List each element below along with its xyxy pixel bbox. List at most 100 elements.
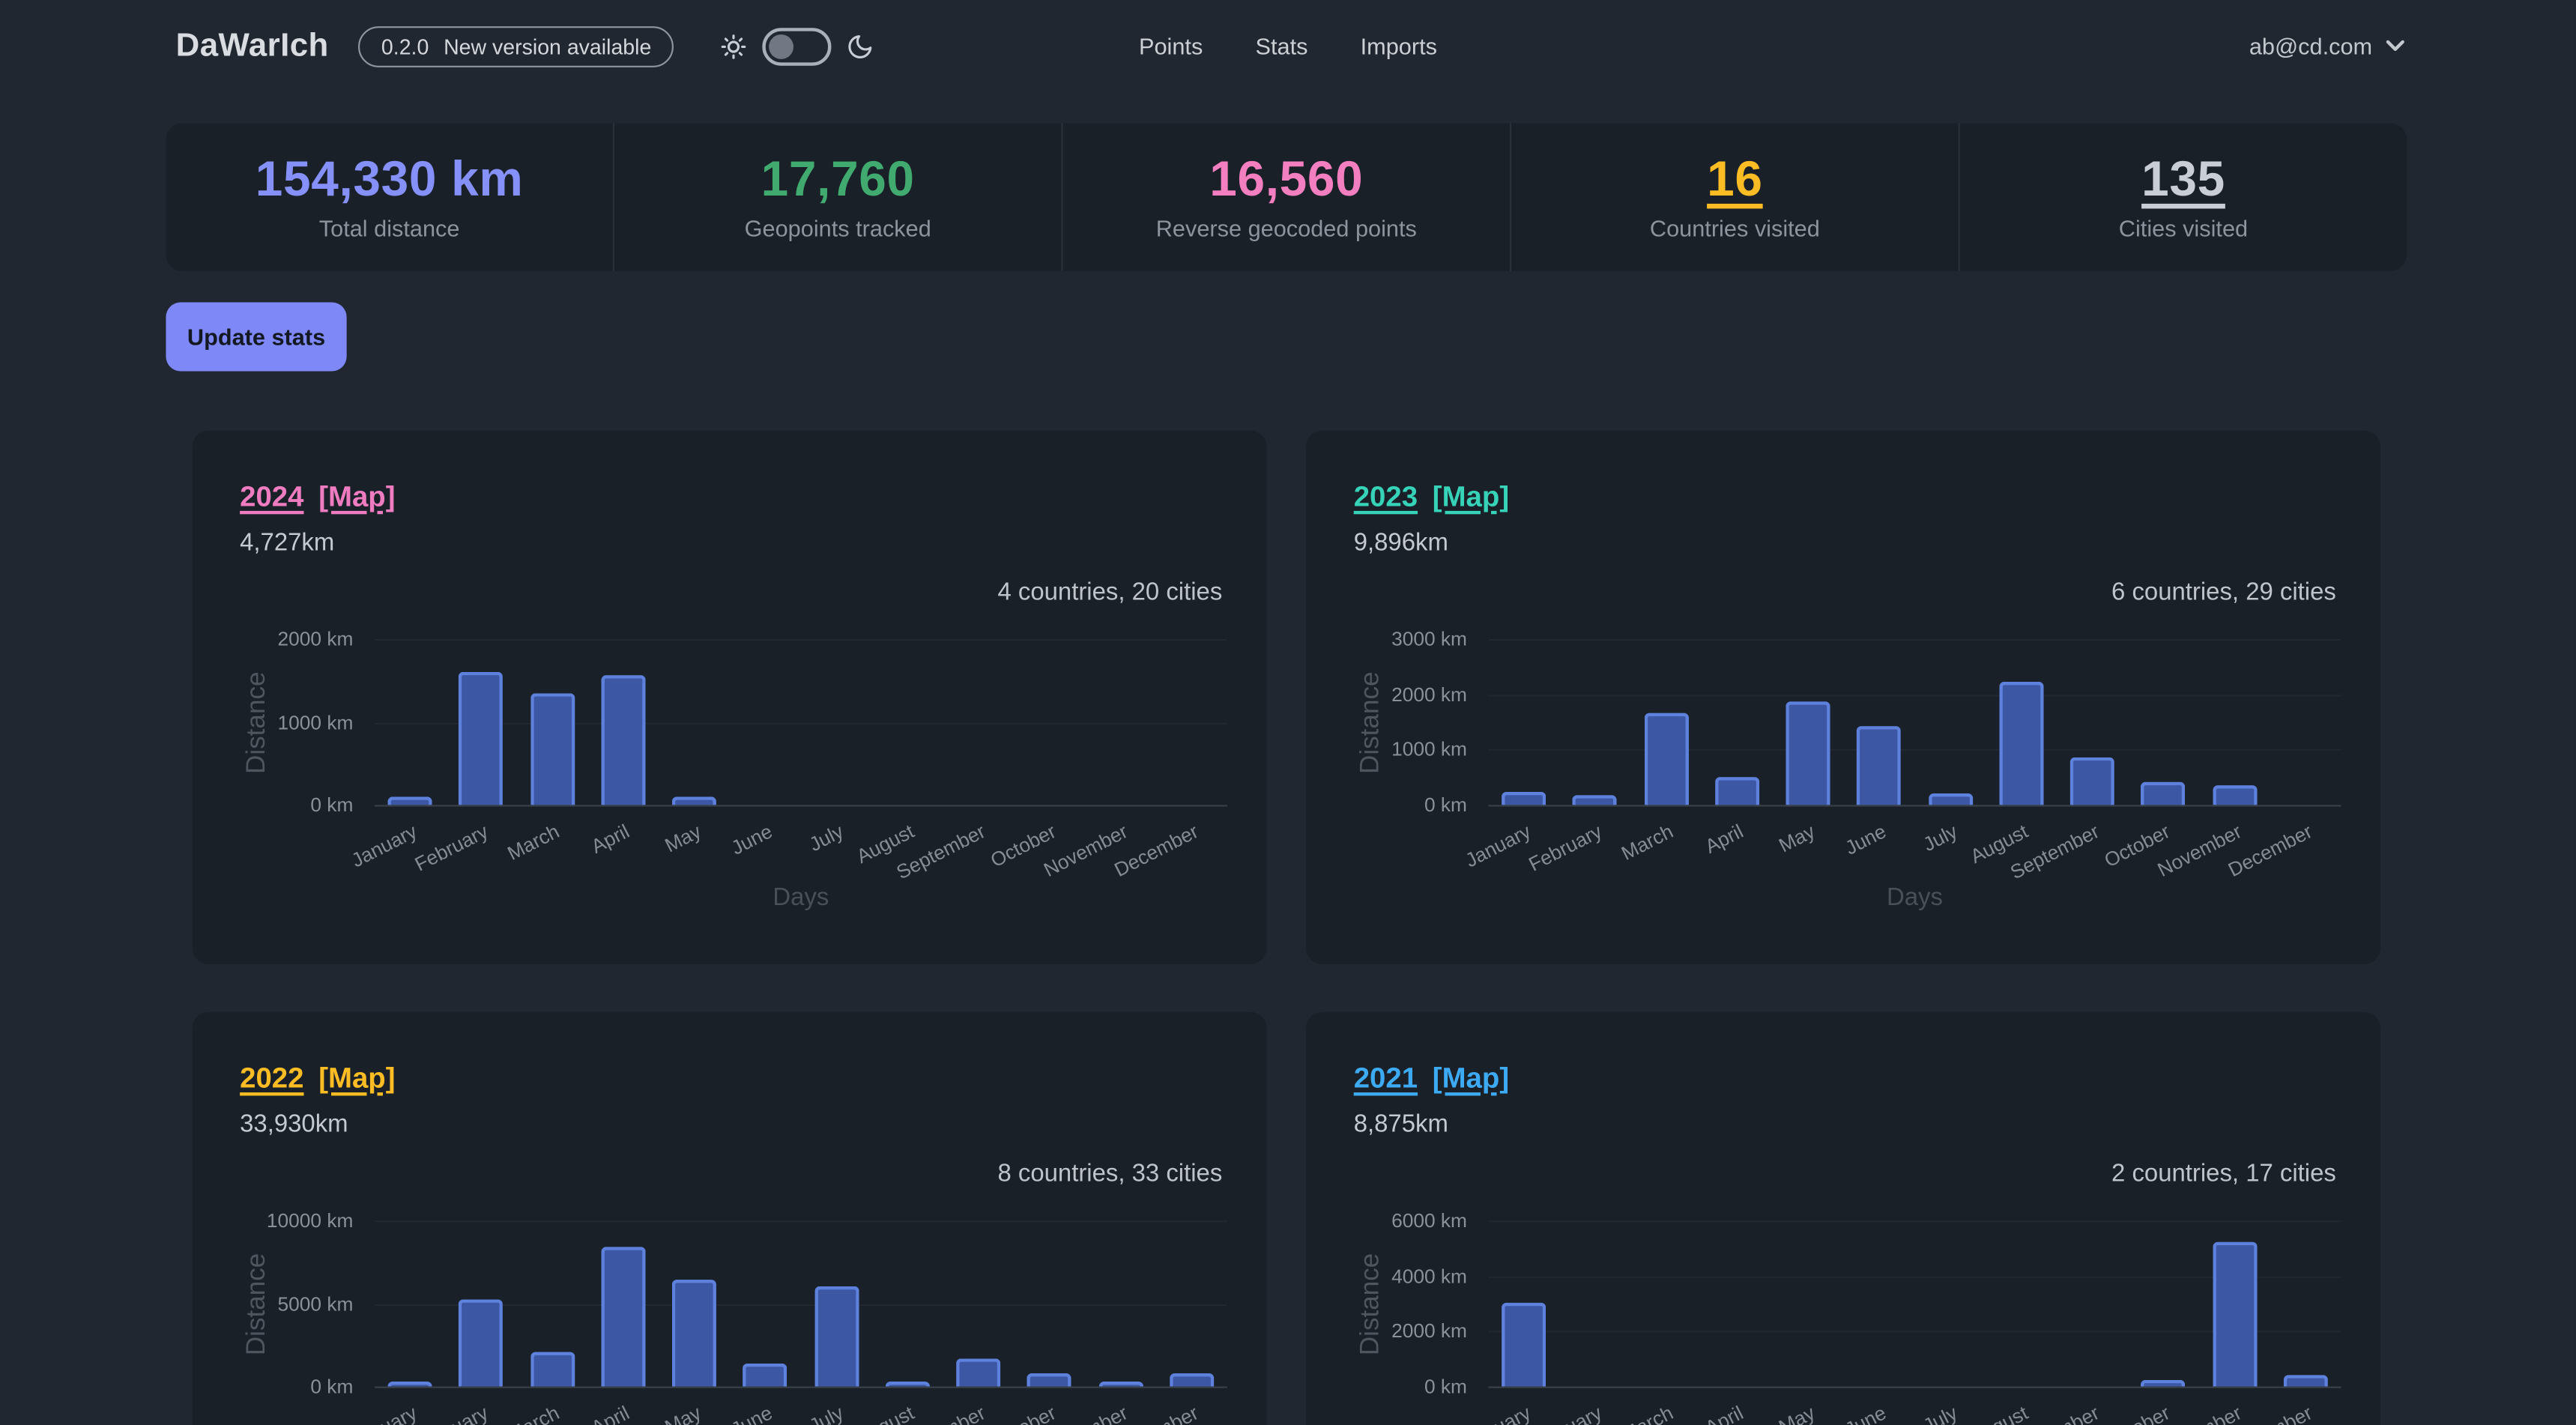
chart-bar	[2213, 785, 2257, 805]
x-tick-label: June	[728, 820, 776, 859]
chart-bar	[1715, 777, 1759, 805]
update-stats-button[interactable]: Update stats	[166, 302, 346, 371]
y-axis-title: Distance	[244, 671, 273, 772]
stat-cities-visited: 135 Cities visited	[1959, 123, 2407, 270]
x-tick-label: April	[1702, 820, 1747, 858]
chart-bar	[1502, 1303, 1546, 1386]
x-tick-label: March	[504, 1401, 563, 1425]
x-tick-label: July	[805, 820, 847, 856]
x-tick-label: June	[728, 1401, 776, 1425]
chart-bar	[1502, 792, 1546, 805]
x-tick-label: February	[1525, 1401, 1606, 1425]
x-tick-label: February	[411, 1401, 492, 1425]
y-axis-title: Distance	[244, 1253, 273, 1355]
stat-value: 154,330 km	[256, 153, 524, 209]
cities-visited-link[interactable]: 135	[2141, 153, 2225, 209]
chart-bar	[886, 1382, 930, 1387]
axis-baseline	[375, 805, 1227, 806]
chart-bar	[459, 672, 504, 805]
chart-bar	[1170, 1373, 1214, 1387]
y-axis-title: Distance	[1357, 1253, 1386, 1355]
y-tick-label: 0 km	[193, 1375, 354, 1398]
axis-baseline	[375, 1387, 1227, 1388]
nav-points[interactable]: Points	[1139, 33, 1203, 59]
nav-imports[interactable]: Imports	[1361, 33, 1437, 59]
user-menu[interactable]: ab@cd.com	[2249, 0, 2405, 92]
x-axis-title: Days	[1887, 884, 1943, 912]
x-axis-title: Days	[773, 884, 829, 912]
gridline	[1488, 695, 2341, 696]
year-card-2023: 2023 [Map] 9,896km 6 countries, 29 citie…	[1306, 430, 2380, 964]
chart-bar	[2141, 782, 2186, 805]
x-tick-label: February	[1525, 820, 1606, 876]
y-tick-label: 10000 km	[193, 1209, 354, 1232]
x-tick-label: February	[411, 820, 492, 876]
monthly-distance-chart: 0 km5000 km10000 kmJanuaryFebruaryMarchA…	[193, 1012, 1267, 1425]
x-tick-label: July	[805, 1401, 847, 1425]
stat-label: Geopoints tracked	[745, 215, 931, 241]
chart-bar	[1857, 727, 1901, 805]
chart-bar	[1644, 714, 1688, 805]
chart-bar	[1027, 1373, 1071, 1387]
x-tick-label: March	[1617, 820, 1676, 865]
countries-visited-link[interactable]: 16	[1707, 153, 1763, 209]
chart-bar	[601, 676, 645, 805]
chart-bar	[530, 1352, 574, 1386]
chart-bar	[601, 1247, 645, 1387]
y-tick-label: 0 km	[193, 793, 354, 817]
stat-value: 17,760	[761, 153, 915, 209]
chart-bar	[956, 1359, 1000, 1387]
x-tick-label: July	[1919, 820, 1961, 856]
gridline	[1488, 639, 2341, 641]
chart-bar	[388, 797, 432, 805]
top-navbar: DaWarIch 0.2.0 New version available	[0, 0, 2576, 92]
gridline	[1488, 1220, 2341, 1222]
x-tick-label: August	[853, 1401, 918, 1425]
chart-bar	[1573, 795, 1617, 805]
chart-bar	[2283, 1375, 2327, 1387]
year-card-2022: 2022 [Map] 33,930km 8 countries, 33 citi…	[193, 1012, 1267, 1425]
x-tick-label: March	[504, 820, 563, 865]
stat-reverse-geocoded: 16,560 Reverse geocoded points	[1061, 123, 1510, 270]
gridline	[375, 1220, 1227, 1222]
monthly-distance-chart: 0 km2000 km4000 km6000 kmJanuaryFebruary…	[1306, 1012, 2380, 1425]
chart-bar	[2141, 1381, 2186, 1387]
nav-stats[interactable]: Stats	[1255, 33, 1307, 59]
x-tick-label: January	[1461, 1401, 1534, 1425]
year-card-2021: 2021 [Map] 8,875km 2 countries, 17 citie…	[1306, 1012, 2380, 1425]
x-tick-label: May	[661, 820, 704, 857]
main-nav: Points Stats Imports	[0, 0, 2576, 92]
stat-countries-visited: 16 Countries visited	[1510, 123, 1959, 270]
chart-bar	[814, 1287, 859, 1387]
y-tick-label: 2000 km	[193, 628, 354, 651]
x-tick-label: April	[588, 820, 634, 858]
chart-bar	[672, 1280, 716, 1387]
y-axis-title: Distance	[1357, 671, 1386, 772]
x-tick-label: May	[1775, 820, 1818, 857]
chart-bar	[1999, 682, 2043, 805]
x-tick-label: October	[2101, 1401, 2174, 1425]
axis-baseline	[1488, 1387, 2341, 1388]
stat-value: 16,560	[1209, 153, 1363, 209]
y-tick-label: 6000 km	[1306, 1209, 1467, 1232]
x-tick-label: October	[987, 1401, 1059, 1425]
year-card-2024: 2024 [Map] 4,727km 4 countries, 20 citie…	[193, 430, 1267, 964]
x-tick-label: May	[661, 1401, 704, 1425]
stats-summary-row: 154,330 km Total distance 17,760 Geopoin…	[166, 123, 2407, 270]
gridline	[375, 639, 1227, 641]
stat-total-distance: 154,330 km Total distance	[166, 123, 612, 270]
stat-geopoints-tracked: 17,760 Geopoints tracked	[613, 123, 1062, 270]
chevron-down-icon	[2386, 40, 2405, 53]
chart-bar	[1098, 1382, 1143, 1386]
x-tick-label: January	[1461, 820, 1534, 872]
monthly-distance-chart: 0 km1000 km2000 km3000 kmJanuaryFebruary…	[1306, 430, 2380, 964]
y-tick-label: 0 km	[1306, 793, 1467, 817]
stat-label: Countries visited	[1650, 215, 1820, 241]
x-tick-label: August	[1967, 1401, 2032, 1425]
chart-bar	[2213, 1242, 2257, 1386]
x-tick-label: May	[1775, 1401, 1818, 1425]
chart-bar	[459, 1300, 504, 1386]
x-tick-label: January	[348, 1401, 420, 1425]
stat-label: Reverse geocoded points	[1156, 215, 1417, 241]
app-viewport: DaWarIch 0.2.0 New version available	[0, 0, 2576, 1425]
